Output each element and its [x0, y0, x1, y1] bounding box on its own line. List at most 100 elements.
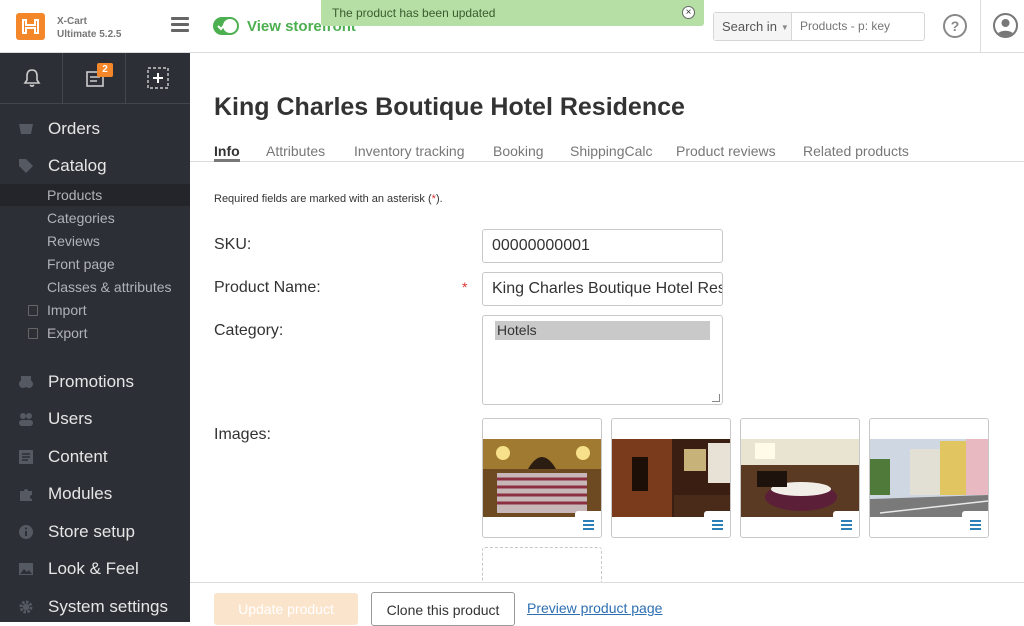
sidebar-item-import[interactable]: Import	[0, 299, 190, 321]
sidebar-item-front-page[interactable]: Front page	[0, 253, 190, 275]
chevron-down-icon: ▼	[780, 23, 789, 33]
sidebar-item-label: Products	[47, 187, 103, 203]
hotel-room-photo	[483, 439, 601, 517]
divider	[980, 0, 981, 53]
nav-catalog-label: Catalog	[48, 156, 107, 175]
brand-version: Ultimate 5.2.5	[57, 29, 122, 40]
sidebar-item-reviews[interactable]: Reviews	[0, 230, 190, 252]
sku-field[interactable]: 00000000001	[482, 229, 723, 263]
sidebar-item-label: Classes & attributes	[47, 279, 172, 295]
nav-users-label: Users	[48, 409, 93, 428]
nav-store-setup-label: Store setup	[48, 522, 135, 541]
action-bar: Update product Clone this product Previe…	[190, 582, 1024, 626]
product-image-3[interactable]	[740, 418, 860, 538]
product-name-field[interactable]: King Charles Boutique Hotel Residence	[482, 272, 723, 306]
top-bar: X-Cart Ultimate 5.2.5 View storefront Th…	[0, 0, 1024, 53]
product-name-label: Product Name:	[214, 279, 321, 296]
orders-quick-button[interactable]	[63, 53, 126, 104]
menu-toggle-icon[interactable]	[171, 17, 189, 33]
clone-product-button[interactable]: Clone this product	[371, 592, 515, 626]
tab-attributes[interactable]: Attributes	[266, 143, 325, 162]
sidebar-item-label: Import	[47, 302, 87, 318]
orders-badge: 2	[97, 63, 113, 77]
tab-inventory-tracking[interactable]: Inventory tracking	[354, 143, 465, 162]
nav-users[interactable]: Users	[0, 403, 190, 435]
image-menu-icon[interactable]	[833, 511, 859, 537]
add-image-dropzone[interactable]	[482, 547, 602, 587]
success-notice: The product has been updated ×	[321, 0, 704, 26]
import-icon	[28, 305, 38, 316]
nav-catalog[interactable]: Catalog	[0, 150, 190, 182]
orders-icon	[19, 124, 33, 134]
nav-promotions-label: Promotions	[48, 372, 134, 391]
images-label: Images:	[214, 426, 271, 443]
sidebar-item-label: Export	[47, 325, 88, 341]
nav-modules-label: Modules	[48, 484, 113, 503]
category-label: Category:	[214, 322, 284, 339]
cart-logo-icon	[22, 19, 39, 34]
close-icon[interactable]: ×	[682, 6, 695, 19]
product-tabs: Info Attributes Inventory tracking Booki…	[190, 141, 1024, 162]
notifications-button[interactable]	[0, 53, 63, 104]
page-title: King Charles Boutique Hotel Residence	[214, 93, 685, 121]
tab-product-reviews[interactable]: Product reviews	[676, 143, 776, 162]
required-note-text: Required fields are marked with an aster…	[214, 193, 432, 205]
image-menu-icon[interactable]	[575, 511, 601, 537]
gear-icon	[19, 600, 33, 614]
required-note-end: ).	[435, 193, 443, 205]
tag-icon	[19, 159, 33, 173]
search-input[interactable]	[800, 19, 920, 33]
xcart-logo[interactable]	[16, 13, 45, 40]
nav-orders[interactable]: Orders	[0, 113, 190, 145]
product-image-1[interactable]	[482, 418, 602, 538]
image-menu-icon[interactable]	[962, 511, 988, 537]
bell-icon	[23, 69, 41, 87]
user-icon	[997, 19, 1014, 36]
hotel-street-photo	[870, 439, 988, 517]
product-image-2[interactable]	[611, 418, 731, 538]
nav-system-settings[interactable]: System settings	[0, 591, 190, 623]
storefront-toggle[interactable]	[213, 17, 239, 35]
nav-content[interactable]: Content	[0, 441, 190, 473]
nav-look-feel[interactable]: Look & Feel	[0, 553, 190, 585]
nav-promotions[interactable]: Promotions	[0, 366, 190, 398]
nav-look-feel-label: Look & Feel	[48, 559, 139, 578]
sidebar-item-categories[interactable]: Categories	[0, 207, 190, 229]
quick-actions: 2	[0, 53, 190, 104]
user-avatar-icon[interactable]	[993, 13, 1018, 38]
required-fields-note: Required fields are marked with an aster…	[214, 193, 443, 205]
image-icon	[19, 563, 33, 575]
sku-label: SKU:	[214, 236, 252, 253]
nav-store-setup[interactable]: Store setup	[0, 516, 190, 548]
search-box: Search in ▼	[713, 12, 925, 41]
promotions-icon	[19, 376, 33, 388]
tab-info[interactable]: Info	[214, 143, 240, 162]
sidebar-item-label: Categories	[47, 210, 115, 226]
search-scope-label: Search in	[722, 19, 777, 34]
help-icon[interactable]: ?	[943, 14, 967, 38]
resize-handle-icon[interactable]	[712, 394, 720, 402]
sidebar: 2 Orders Catalog Products Categories Rev…	[0, 53, 190, 622]
search-scope-select[interactable]: Search in ▼	[714, 13, 792, 40]
category-option-hotels[interactable]: Hotels	[495, 321, 710, 340]
preview-product-link[interactable]: Preview product page	[527, 600, 662, 616]
sidebar-item-products[interactable]: Products	[0, 184, 190, 206]
tab-shippingcalc[interactable]: ShippingCalc	[570, 143, 653, 162]
nav-system-settings-label: System settings	[48, 597, 168, 616]
category-select[interactable]: Hotels	[482, 315, 723, 405]
image-menu-icon[interactable]	[704, 511, 730, 537]
content-icon	[19, 450, 33, 464]
product-image-4[interactable]	[869, 418, 989, 538]
nav-modules[interactable]: Modules	[0, 478, 190, 510]
puzzle-icon	[20, 489, 32, 501]
update-product-button[interactable]: Update product	[214, 593, 358, 625]
required-marker: *	[462, 279, 468, 295]
tab-related-products[interactable]: Related products	[803, 143, 909, 162]
add-button[interactable]	[126, 53, 189, 104]
sidebar-item-classes-attributes[interactable]: Classes & attributes	[0, 276, 190, 298]
sidebar-item-label: Reviews	[47, 233, 100, 249]
hotel-corridor-photo	[612, 439, 730, 517]
sidebar-item-export[interactable]: Export	[0, 322, 190, 344]
tab-booking[interactable]: Booking	[493, 143, 544, 162]
users-icon	[19, 413, 33, 426]
